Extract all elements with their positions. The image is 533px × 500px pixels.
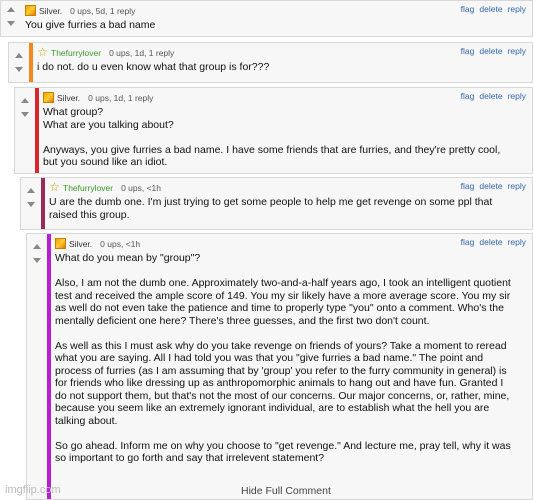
avatar[interactable] [25, 5, 36, 16]
downvote-icon[interactable] [7, 21, 15, 26]
username[interactable]: Thefurrylover [51, 48, 101, 58]
delete-link[interactable]: delete [479, 46, 502, 56]
comment-text: U are the dumb one. I'm just trying to g… [49, 196, 493, 221]
delete-link[interactable]: delete [479, 237, 502, 247]
flag-link[interactable]: flag [461, 46, 475, 56]
comment-text: i do not. do u even know what that group… [37, 61, 270, 73]
avatar[interactable] [55, 238, 66, 249]
upvote-icon[interactable] [7, 7, 15, 12]
downvote-icon[interactable] [15, 67, 23, 72]
hide-full-comment-button[interactable]: Hide Full Comment [241, 485, 331, 497]
thread-indent-bar [41, 178, 45, 229]
comment-text: What do you mean by "group"? Also, I am … [55, 252, 511, 464]
username[interactable]: Thefurrylover [63, 183, 113, 193]
comment-5: Silver. 0 ups, <1h flag delete reply What … [26, 233, 533, 500]
vote-controls [1, 1, 21, 32]
comment-meta: 0 ups, <1h [100, 238, 141, 249]
flag-link[interactable]: flag [461, 181, 475, 191]
upvote-icon[interactable] [21, 98, 29, 103]
avatar[interactable] [43, 92, 54, 103]
comment-2: ☆ Thefurrylover 0 ups, 1d, 1 reply flag d… [8, 42, 533, 83]
reply-link[interactable]: reply [508, 181, 526, 191]
username[interactable]: Silver. [69, 239, 92, 249]
comment-meta: 0 ups, 5d, 1 reply [70, 5, 136, 16]
flag-link[interactable]: flag [461, 91, 475, 101]
thread-indent-bar [35, 88, 39, 173]
username[interactable]: Silver. [39, 6, 62, 16]
reply-link[interactable]: reply [508, 4, 526, 14]
thread-indent-bar [47, 234, 51, 499]
comment-meta: 0 ups, 1d, 1 reply [109, 47, 175, 58]
star-avatar-icon[interactable]: ☆ [49, 181, 60, 193]
flag-link[interactable]: flag [461, 4, 475, 14]
comment-1: Silver. 0 ups, 5d, 1 reply flag delete rep… [0, 0, 533, 37]
comment-meta: 0 ups, <1h [121, 182, 162, 193]
comment-3: Silver. 0 ups, 1d, 1 reply flag delete rep… [14, 87, 533, 174]
reply-link[interactable]: reply [508, 46, 526, 56]
comment-text: What group? What are you talking about? … [43, 106, 501, 168]
delete-link[interactable]: delete [479, 4, 502, 14]
username[interactable]: Silver. [57, 93, 80, 103]
upvote-icon[interactable] [33, 244, 41, 249]
upvote-icon[interactable] [27, 188, 35, 193]
delete-link[interactable]: delete [479, 91, 502, 101]
downvote-icon[interactable] [33, 258, 41, 263]
downvote-icon[interactable] [21, 112, 29, 117]
comment-meta: 0 ups, 1d, 1 reply [88, 92, 154, 103]
upvote-icon[interactable] [15, 53, 23, 58]
reply-link[interactable]: reply [508, 237, 526, 247]
delete-link[interactable]: delete [479, 181, 502, 191]
comment-actions: flag delete reply [456, 4, 526, 14]
comment-text: You give furries a bad name [25, 19, 156, 31]
reply-link[interactable]: reply [508, 91, 526, 101]
thread-indent-bar [29, 43, 33, 82]
flag-link[interactable]: flag [461, 237, 475, 247]
downvote-icon[interactable] [27, 202, 35, 207]
star-avatar-icon[interactable]: ☆ [37, 46, 48, 58]
watermark: imgflip.com [5, 484, 61, 496]
comment-4: ☆ Thefurrylover 0 ups, <1h flag delete rep… [20, 177, 533, 230]
